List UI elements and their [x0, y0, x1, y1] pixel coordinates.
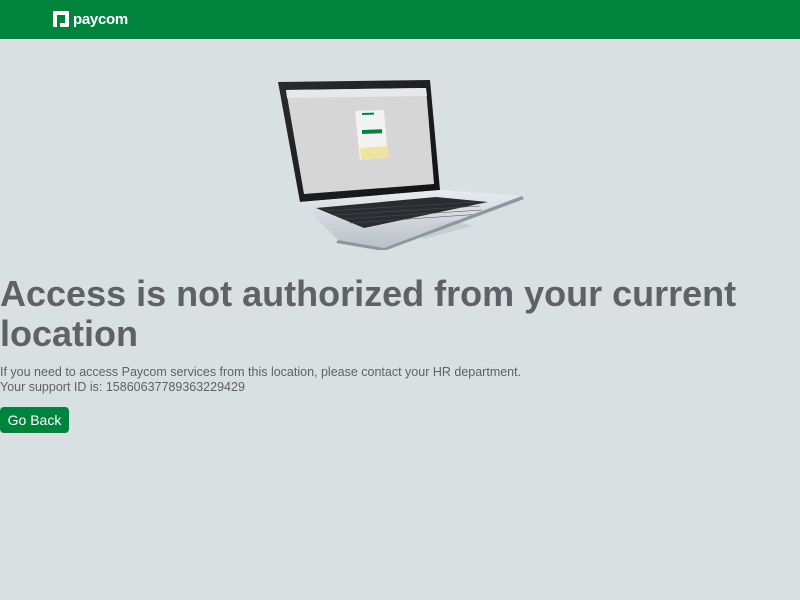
page-title: Access is not authorized from your curre…: [0, 273, 737, 354]
contact-hr-message: If you need to access Paycom services fr…: [0, 365, 522, 379]
error-message: If you need to access Paycom services fr…: [0, 365, 790, 395]
brand-name: paycom: [73, 10, 128, 28]
support-id-line: Your support ID is: 15860637789363229429: [0, 380, 790, 395]
paycom-logo-icon: [53, 11, 69, 27]
go-back-button[interactable]: Go Back: [0, 407, 69, 433]
top-header-bar: paycom: [0, 0, 800, 39]
support-id-value: 15860637789363229429: [105, 380, 245, 394]
support-id-label: Your support ID is:: [0, 380, 103, 394]
laptop-illustration: [278, 80, 524, 250]
paycom-logo[interactable]: paycom: [53, 10, 128, 28]
